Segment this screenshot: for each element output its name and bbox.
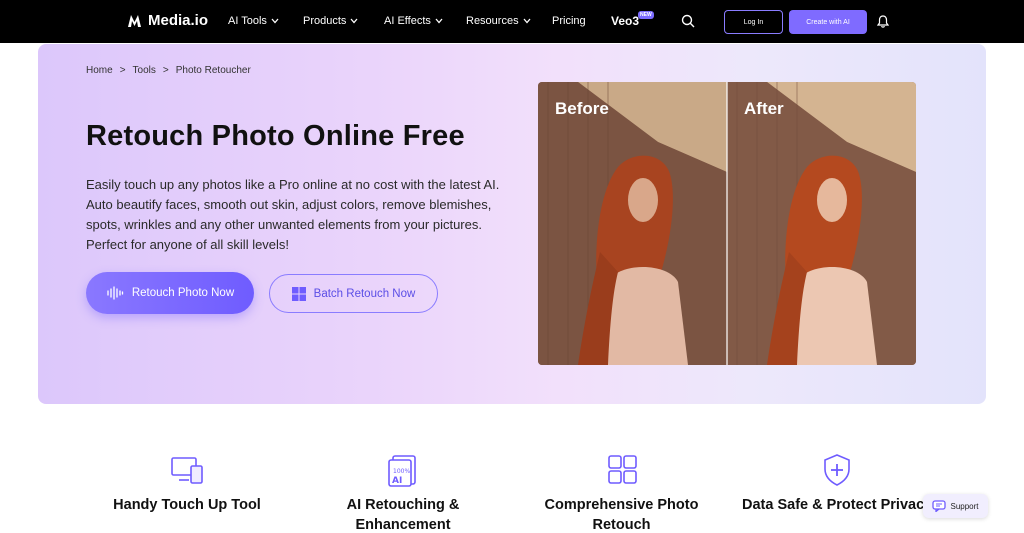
page-title: Retouch Photo Online Free <box>86 120 465 152</box>
breadcrumb-separator: > <box>119 65 126 76</box>
before-label: Before <box>555 99 609 118</box>
nav-pricing[interactable]: Pricing <box>552 15 586 27</box>
breadcrumb: Home > Tools > Photo Retoucher <box>86 65 251 76</box>
feature-comprehensive-retouch: Comprehensive Photo Retouch <box>544 453 699 533</box>
batch-retouch-now-button[interactable]: Batch Retouch Now <box>269 274 438 313</box>
hero-section: Home > Tools > Photo Retoucher Retouch P… <box>38 44 986 404</box>
retouch-photo-now-button[interactable]: Retouch Photo Now <box>86 272 254 314</box>
shield-plus-icon <box>824 454 850 486</box>
before-after-image: Before After <box>538 82 916 365</box>
support-button[interactable]: Support <box>923 494 988 518</box>
new-badge: NEW <box>638 11 654 19</box>
hero-description: Easily touch up any photos like a Pro on… <box>86 177 500 252</box>
compare-divider[interactable] <box>726 82 728 365</box>
before-image: Before <box>538 82 727 365</box>
nav-resources[interactable]: Resources <box>466 15 531 27</box>
svg-text:AI: AI <box>392 476 402 486</box>
breadcrumb-separator: > <box>162 65 169 76</box>
breadcrumb-current: Photo Retoucher <box>175 65 251 76</box>
monitor-phone-icon <box>171 457 203 484</box>
feature-title: Comprehensive Photo <box>544 497 699 513</box>
portrait-after-image <box>727 82 916 365</box>
svg-text:100%: 100% <box>393 468 410 475</box>
ai-document-icon: 100% AI <box>388 455 416 487</box>
breadcrumb-home[interactable]: Home <box>86 65 113 76</box>
audio-wave-icon <box>107 286 123 300</box>
nav-ai-effects[interactable]: AI Effects <box>384 15 443 27</box>
nav-products[interactable]: Products <box>303 15 358 27</box>
chevron-down-icon <box>523 18 531 24</box>
logo[interactable]: Media.io <box>127 12 208 29</box>
feature-handy-touch-up: Handy Touch Up Tool <box>112 453 262 513</box>
after-label: After <box>744 99 784 118</box>
grid-icon <box>607 455 637 484</box>
feature-ai-retouching: 100% AI AI Retouching & Enhancement <box>328 453 478 533</box>
feature-subtitle: Enhancement <box>355 517 451 533</box>
logo-text: Media.io <box>148 12 209 29</box>
bell-icon[interactable] <box>877 15 889 28</box>
feature-title: AI Retouching & <box>346 497 460 513</box>
after-image: After <box>727 82 916 365</box>
feature-title: Data Safe & Protect Privacy <box>742 497 932 513</box>
portrait-before-image <box>538 82 727 365</box>
media-io-logo-icon <box>128 14 141 27</box>
nav-ai-tools[interactable]: AI Tools <box>228 15 279 27</box>
login-button[interactable]: Log In <box>724 10 783 34</box>
feature-subtitle: Retouch <box>592 517 651 533</box>
feature-title: Handy Touch Up Tool <box>113 497 261 513</box>
create-with-ai-button[interactable]: Create with AI <box>789 10 867 34</box>
chevron-down-icon <box>350 18 358 24</box>
search-icon[interactable] <box>681 14 695 28</box>
chat-icon <box>932 500 947 512</box>
breadcrumb-tools[interactable]: Tools <box>133 65 156 76</box>
chevron-down-icon <box>435 18 443 24</box>
feature-data-safe: Data Safe & Protect Privacy <box>742 453 932 513</box>
windows-icon <box>291 286 306 301</box>
chevron-down-icon <box>271 18 279 24</box>
top-nav: Media.io AI Tools Products AI Effects Re… <box>0 0 1024 43</box>
nav-veo3[interactable]: Veo3 <box>611 14 639 28</box>
